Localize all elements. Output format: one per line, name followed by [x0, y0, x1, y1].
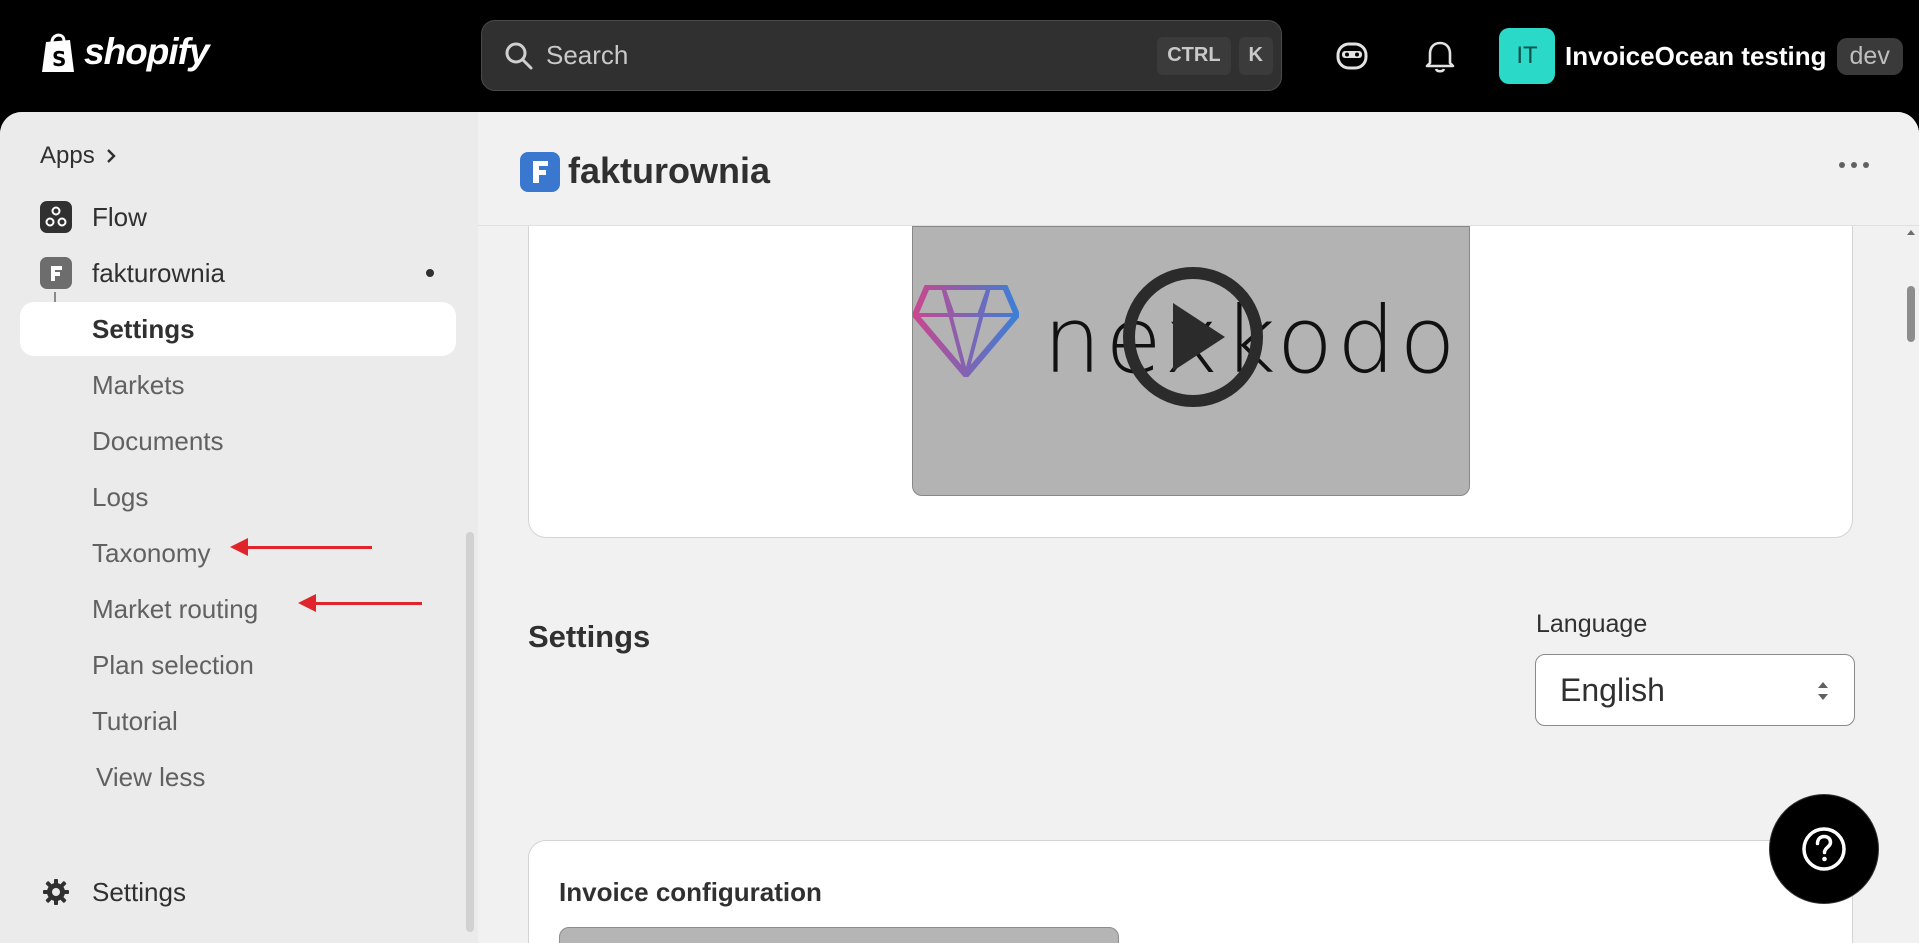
- search-placeholder: Search: [546, 40, 629, 70]
- sidebar-item-markets[interactable]: Markets: [20, 358, 456, 412]
- dev-badge: dev: [1836, 37, 1903, 75]
- top-bar: S shopify Search CTRL K IT InvoiceOcean …: [0, 0, 1919, 112]
- sidebar-item-label: Logs: [92, 481, 149, 512]
- sidebar-item-logs[interactable]: Logs: [20, 470, 456, 524]
- scroll-thumb[interactable]: [1907, 286, 1915, 342]
- sidebar-item-flow[interactable]: Flow: [20, 190, 456, 244]
- language-select[interactable]: English: [1535, 654, 1855, 726]
- store-switcher[interactable]: IT InvoiceOcean testing dev: [1499, 28, 1903, 84]
- sidebar-item-label: Market routing: [92, 593, 259, 624]
- language-label: Language: [1536, 610, 1648, 638]
- shopify-wordmark: shopify: [84, 31, 210, 72]
- store-avatar: IT: [1499, 28, 1555, 84]
- page-title: fakturownia: [568, 150, 771, 191]
- sidebar-item-plan-selection[interactable]: Plan selection: [20, 638, 456, 692]
- question-icon: [1802, 827, 1846, 871]
- sidebar-item-settings[interactable]: Settings: [20, 865, 456, 919]
- main-content: nexkodo fakturownia Settings Language En…: [478, 112, 1919, 943]
- annotation-arrow-taxonomy: [230, 538, 372, 556]
- sidebar-item-label: Settings: [92, 313, 195, 344]
- help-button[interactable]: [1769, 794, 1879, 904]
- view-less-label: View less: [96, 761, 206, 792]
- sidebar-item-documents[interactable]: Documents: [20, 414, 456, 468]
- sidebar-item-label: Flow: [92, 201, 147, 232]
- invoice-configuration-card: Invoice configuration: [528, 840, 1853, 943]
- sidekick-button[interactable]: [1330, 34, 1374, 78]
- flow-icon: [40, 201, 72, 233]
- sidebar-item-tutorial[interactable]: Tutorial: [20, 694, 456, 748]
- notifications-button[interactable]: [1418, 34, 1462, 78]
- annotation-arrow-market-routing: [298, 594, 422, 612]
- store-name: InvoiceOcean testing: [1565, 40, 1827, 71]
- gear-icon: [40, 876, 72, 908]
- sidebar-item-label: Settings: [92, 876, 186, 907]
- shopify-bag-icon: S: [42, 33, 74, 72]
- sidebar-item-label: Taxonomy: [92, 537, 211, 568]
- invoice-configuration-title: Invoice configuration: [559, 877, 822, 907]
- sidebar-item-market-routing[interactable]: Market routing: [20, 582, 456, 636]
- fakturownia-app-icon: [40, 257, 72, 289]
- select-caret-icon: [1818, 682, 1828, 700]
- sidekick-icon: [1336, 42, 1368, 70]
- sidebar: Apps Flow fakturownia Settings Markets D…: [0, 112, 478, 943]
- view-less-button[interactable]: View less: [20, 750, 456, 804]
- admin-frame: Apps Flow fakturownia Settings Markets D…: [0, 112, 1919, 943]
- sidebar-item-label: Tutorial: [92, 705, 178, 736]
- scroll-up-icon: [1907, 230, 1915, 235]
- search-icon: [505, 42, 533, 69]
- content-scrollbar[interactable]: [1903, 226, 1919, 943]
- chevron-right-icon: [106, 149, 116, 163]
- shortcut-key-k: K: [1238, 36, 1273, 75]
- play-icon[interactable]: [1123, 267, 1263, 407]
- invoice-configuration-banner: [559, 927, 1119, 943]
- shortcut-key-ctrl: CTRL: [1157, 36, 1231, 75]
- app-header: fakturownia: [478, 112, 1919, 226]
- sidebar-item-label: Markets: [92, 369, 185, 400]
- svg-text:S: S: [52, 47, 66, 71]
- settings-heading: Settings: [528, 619, 651, 654]
- search-bar[interactable]: Search CTRL K: [481, 20, 1282, 91]
- pinned-indicator: [426, 269, 434, 277]
- sidebar-item-label: Documents: [92, 425, 224, 456]
- sidebar-scrollbar[interactable]: [466, 532, 474, 932]
- language-value: English: [1560, 671, 1665, 708]
- bell-icon: [1425, 41, 1455, 73]
- fakturownia-logo-icon: [520, 152, 560, 192]
- apps-link[interactable]: Apps: [40, 142, 117, 170]
- tutorial-video[interactable]: nexkodo: [912, 226, 1470, 496]
- apps-label: Apps: [40, 142, 95, 169]
- sidebar-item-settings-sub[interactable]: Settings: [20, 302, 456, 356]
- shopify-logo[interactable]: S shopify: [38, 30, 210, 74]
- sidebar-item-label: Plan selection: [92, 649, 254, 680]
- more-actions-icon[interactable]: [1839, 162, 1869, 168]
- sidebar-item-fakturownia[interactable]: fakturownia: [20, 246, 456, 300]
- sidebar-item-label: fakturownia: [92, 257, 225, 288]
- diamond-logo-icon: [913, 285, 1019, 377]
